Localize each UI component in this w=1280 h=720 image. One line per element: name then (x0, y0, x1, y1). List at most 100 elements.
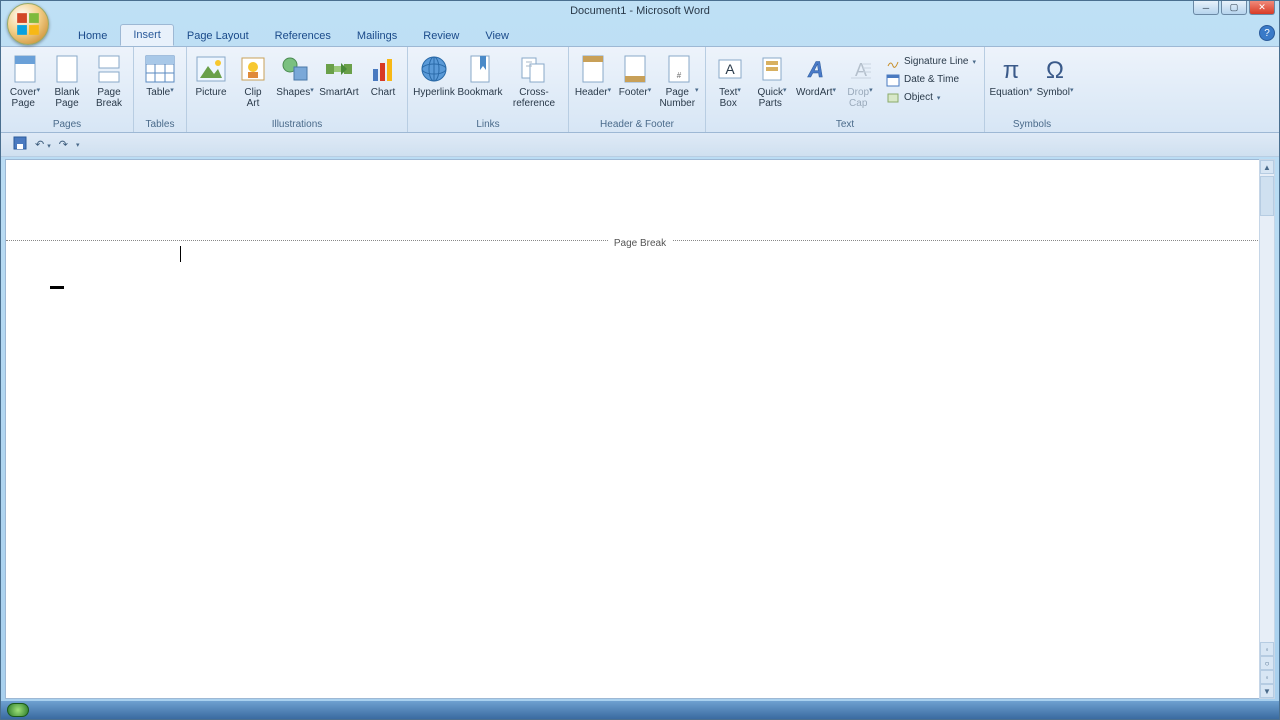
vertical-scrollbar[interactable]: ▲ ◦ ○ ◦ ▼ (1259, 159, 1275, 699)
group-pages: Cover Page ▾ Blank Page Page Break Pages (1, 47, 134, 132)
table-button[interactable]: Table▾ (138, 51, 182, 111)
svg-text:π: π (1003, 57, 1020, 84)
smartart-icon (323, 53, 355, 85)
cover-page-button[interactable]: Cover Page ▾ (5, 51, 45, 111)
object-button[interactable]: Object ▾ (886, 89, 976, 106)
page-number-button[interactable]: # Page Number ▾ (657, 51, 701, 111)
quick-access-toolbar: ↶ ▾ ↷ ▾ (1, 133, 1279, 157)
date-time-button[interactable]: Date & Time (886, 71, 976, 88)
footer-button[interactable]: Footer▾ (615, 51, 655, 111)
document-area[interactable]: Page Break (5, 159, 1275, 699)
page-break-icon (93, 53, 125, 85)
page-break-button[interactable]: Page Break (89, 51, 129, 111)
group-text: A Text Box ▾ Quick Parts ▾ A WordArt▾ (706, 47, 985, 132)
scroll-up-button[interactable]: ▲ (1260, 160, 1274, 174)
wordart-icon: A (800, 53, 832, 85)
quick-parts-icon (756, 53, 788, 85)
scroll-next-page-button[interactable]: ◦ (1260, 670, 1274, 684)
qat-redo-button[interactable]: ↷ (59, 138, 68, 151)
cross-reference-button[interactable]: Cross-reference (504, 51, 564, 111)
equation-button[interactable]: π Equation▾ (989, 51, 1033, 111)
window-title: Document1 - Microsoft Word (570, 5, 710, 17)
group-label-header-footer: Header & Footer (573, 118, 701, 132)
office-button[interactable] (7, 3, 49, 45)
title-bar: Document1 - Microsoft Word ─ ▢ ✕ (1, 1, 1279, 21)
cross-reference-icon (518, 53, 550, 85)
clip-art-icon (237, 53, 269, 85)
drop-cap-button[interactable]: A Drop Cap▾ (840, 51, 880, 111)
header-icon (577, 53, 609, 85)
clip-art-button[interactable]: Clip Art (233, 51, 273, 111)
cover-page-icon (9, 53, 41, 85)
quick-parts-button[interactable]: Quick Parts ▾ (752, 51, 792, 111)
qat-save-icon[interactable] (13, 136, 27, 153)
equation-icon: π (995, 53, 1027, 85)
bookmark-icon (464, 53, 496, 85)
group-label-text: Text (710, 118, 980, 132)
blank-page-icon (51, 53, 83, 85)
qat-undo-button[interactable]: ↶ ▾ (35, 138, 51, 151)
shapes-icon (279, 53, 311, 85)
window-controls: ─ ▢ ✕ (1193, 1, 1275, 15)
tab-home[interactable]: Home (65, 25, 120, 46)
smartart-button[interactable]: SmartArt (317, 51, 361, 111)
help-button[interactable]: ? (1259, 25, 1275, 41)
tab-page-layout[interactable]: Page Layout (174, 25, 262, 46)
group-tables: Table▾ Tables (134, 47, 187, 132)
object-icon (886, 91, 900, 105)
blank-page-button[interactable]: Blank Page (47, 51, 87, 111)
scroll-down-button[interactable]: ▼ (1260, 684, 1274, 698)
ribbon: ? Cover Page ▾ Blank Page (1, 46, 1279, 133)
start-button[interactable] (7, 703, 29, 717)
signature-line-button[interactable]: Signature Line ▾ (886, 53, 976, 70)
svg-text:A: A (807, 57, 824, 82)
minimize-button[interactable]: ─ (1193, 1, 1219, 15)
wordart-button[interactable]: A WordArt▾ (794, 51, 838, 111)
picture-button[interactable]: Picture (191, 51, 231, 111)
page-number-icon: # (663, 53, 695, 85)
svg-text:A: A (855, 60, 867, 80)
hyperlink-button[interactable]: Hyperlink (412, 51, 456, 111)
paragraph-mark (50, 286, 64, 289)
application-window: Document1 - Microsoft Word ─ ▢ ✕ Home In… (0, 0, 1280, 720)
group-label-tables: Tables (138, 118, 182, 132)
text-box-button[interactable]: A Text Box ▾ (710, 51, 750, 111)
svg-text:#: # (677, 71, 682, 80)
footer-icon (619, 53, 651, 85)
group-label-links: Links (412, 118, 564, 132)
tab-mailings[interactable]: Mailings (344, 25, 410, 46)
scroll-browse-button[interactable]: ○ (1260, 656, 1274, 670)
chart-button[interactable]: Chart (363, 51, 403, 111)
close-button[interactable]: ✕ (1249, 1, 1275, 15)
picture-icon (195, 53, 227, 85)
text-side-stack: Signature Line ▾ Date & Time Object ▾ (882, 51, 980, 108)
group-links: Hyperlink Bookmark Cross-reference Links (408, 47, 569, 132)
scroll-prev-page-button[interactable]: ◦ (1260, 642, 1274, 656)
ribbon-tabs: Home Insert Page Layout References Maili… (61, 21, 1279, 46)
text-cursor (180, 246, 181, 262)
group-illustrations: Picture Clip Art Shapes▾ (187, 47, 408, 132)
chart-icon (367, 53, 399, 85)
text-box-icon: A (714, 53, 746, 85)
group-label-illustrations: Illustrations (191, 118, 403, 132)
symbol-icon: Ω (1039, 53, 1071, 85)
bookmark-button[interactable]: Bookmark (458, 51, 502, 111)
header-button[interactable]: Header▾ (573, 51, 613, 111)
shapes-button[interactable]: Shapes▾ (275, 51, 315, 111)
tab-insert[interactable]: Insert (120, 24, 174, 46)
drop-cap-icon: A (844, 53, 876, 85)
symbol-button[interactable]: Ω Symbol▾ (1035, 51, 1075, 111)
qat-customize-button[interactable]: ▾ (76, 141, 80, 149)
tab-review[interactable]: Review (410, 25, 472, 46)
svg-text:A: A (725, 61, 735, 77)
group-header-footer: Header▾ Footer▾ # Page Number ▾ Header &… (569, 47, 706, 132)
scroll-thumb[interactable] (1260, 176, 1274, 216)
tab-references[interactable]: References (262, 25, 344, 46)
page-break-indicator: Page Break (6, 240, 1274, 259)
maximize-button[interactable]: ▢ (1221, 1, 1247, 15)
group-label-symbols: Symbols (989, 118, 1075, 132)
tab-view[interactable]: View (472, 25, 522, 46)
hyperlink-icon (418, 53, 450, 85)
group-symbols: π Equation▾ Ω Symbol▾ Symbols (985, 47, 1079, 132)
group-label-pages: Pages (5, 118, 129, 132)
